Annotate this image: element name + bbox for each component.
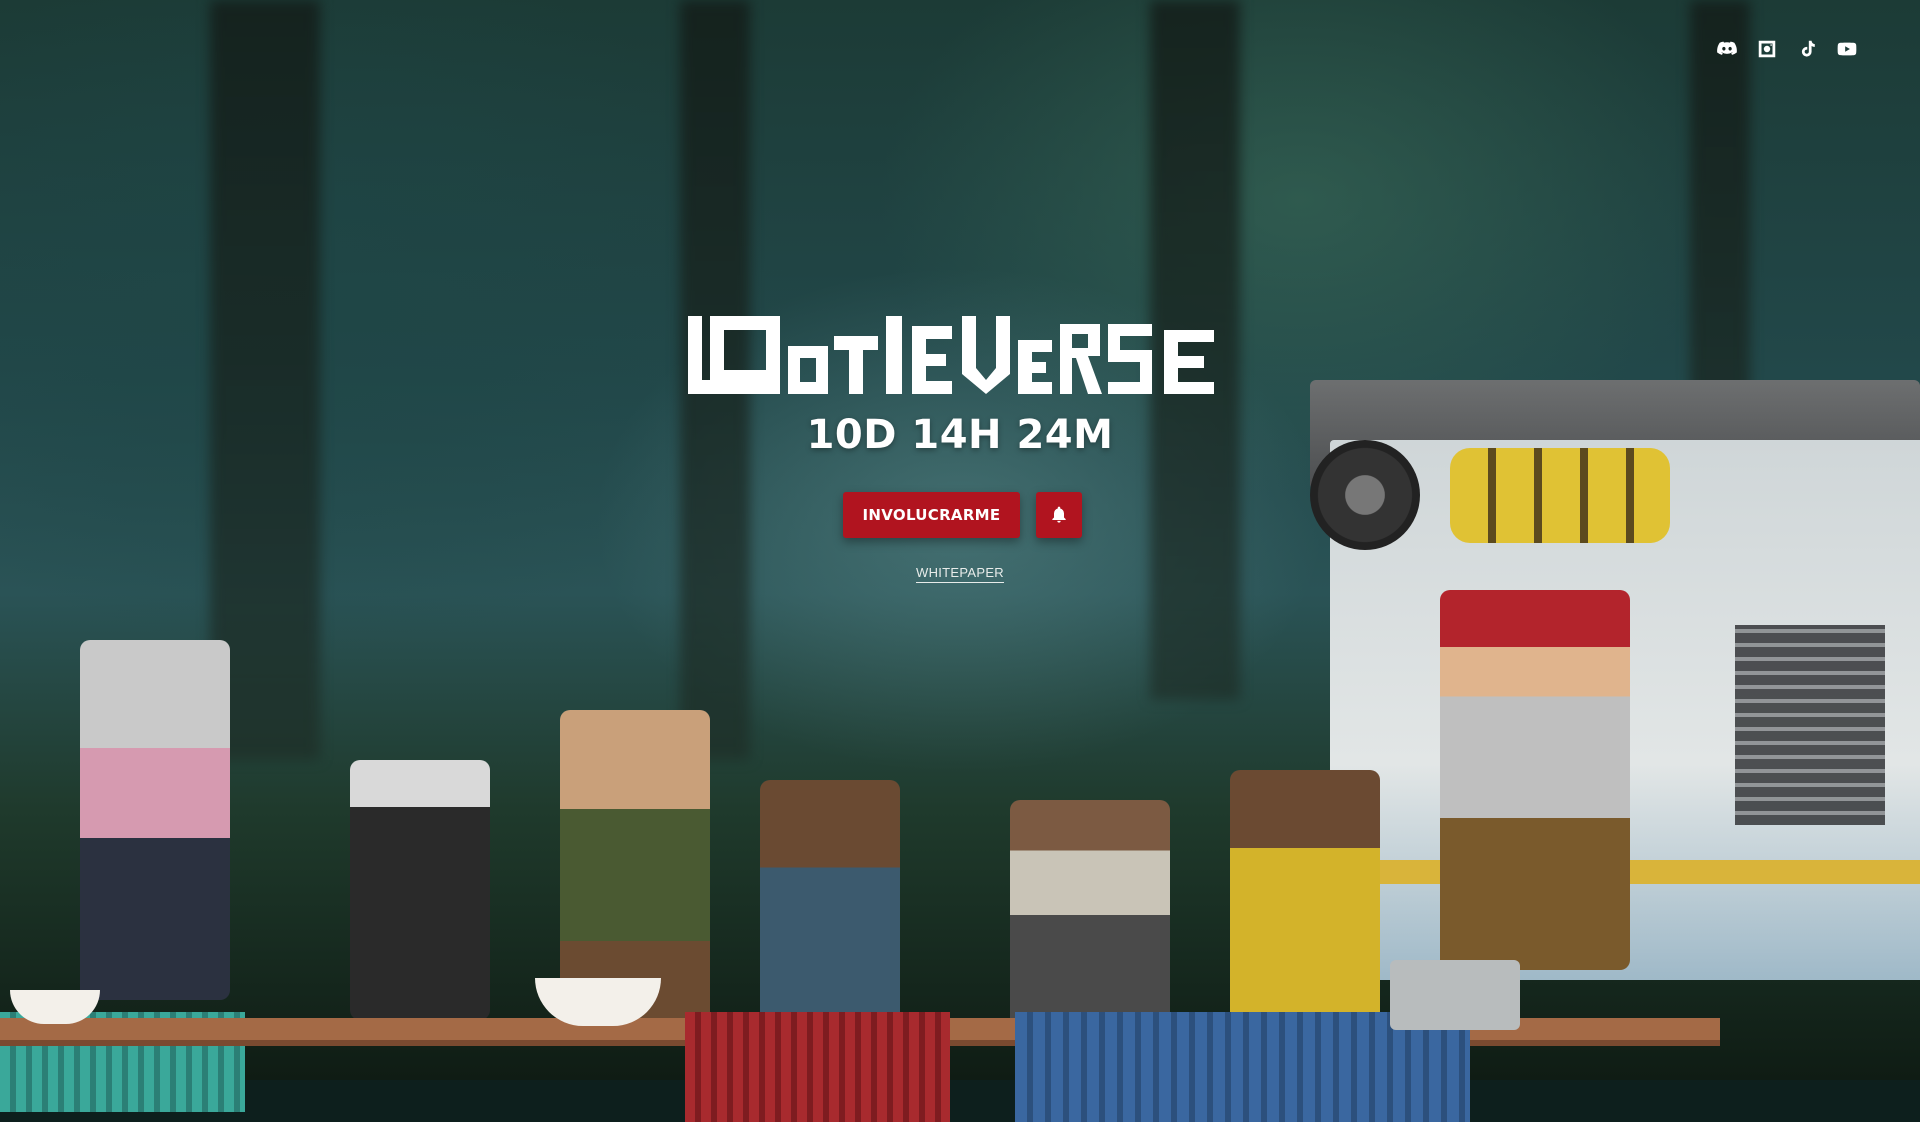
yellow-barrel — [1450, 448, 1670, 543]
lootieverse-logo — [688, 316, 1214, 394]
social-links — [1714, 36, 1860, 62]
character-bearded-man — [760, 780, 900, 1030]
discord-icon[interactable] — [1714, 36, 1740, 62]
involucrarme-button[interactable]: INVOLUCRARME — [843, 492, 1020, 538]
tiktok-icon[interactable] — [1794, 36, 1820, 62]
spare-tire — [1310, 440, 1420, 550]
van-grille — [1735, 625, 1885, 825]
bell-icon — [1052, 506, 1066, 523]
notify-button[interactable] — [1036, 492, 1082, 538]
character-hooded-girl — [80, 640, 230, 1000]
character-nun — [350, 760, 490, 1020]
characters-scene — [0, 380, 1920, 1122]
youtube-icon[interactable] — [1834, 36, 1860, 62]
character-helmet-jumper — [1440, 590, 1630, 970]
character-yellow-shirt — [1230, 770, 1380, 1030]
pot — [1390, 960, 1520, 1030]
character-cowboy — [1010, 800, 1170, 1030]
table-cloth-red — [685, 1012, 950, 1122]
instagram-icon[interactable] — [1754, 36, 1780, 62]
